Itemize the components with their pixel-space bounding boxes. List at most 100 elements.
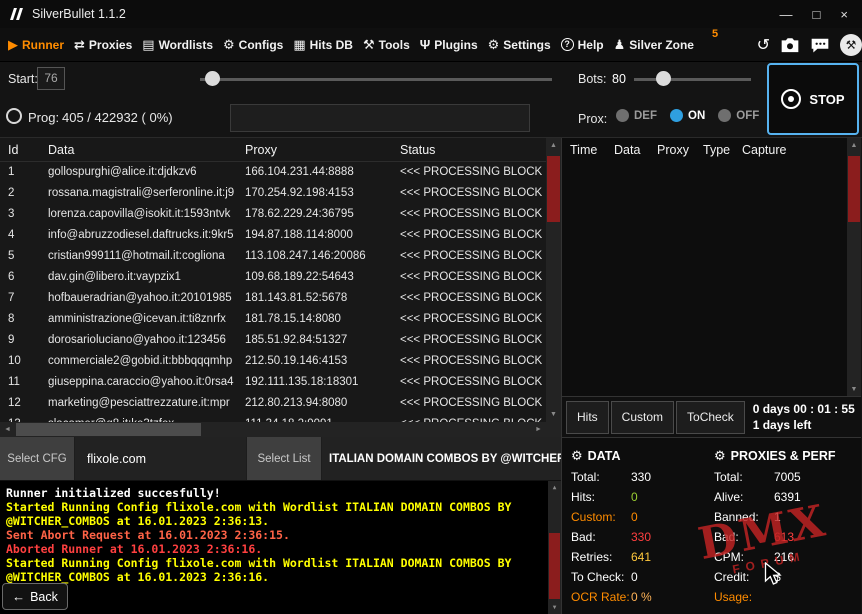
back-button[interactable]: ← Back (2, 583, 68, 610)
stat-value: 216 (774, 550, 795, 564)
result-row[interactable]: 2 rossana.magistrali@serferonline.it:j9 … (0, 183, 546, 204)
column-header[interactable]: Capture (742, 138, 861, 162)
silverbullet-window: SilverBullet 1.1.2 — □ × ▶ Runner ⇄ Prox… (0, 0, 862, 614)
stat-row: Alive: 6391 (714, 487, 860, 507)
nav-item[interactable]: ⇄ Proxies (74, 38, 132, 52)
column-header[interactable]: Status (400, 138, 561, 161)
elapsed-time: 0 days 00 : 01 : 55 (752, 402, 855, 416)
scroll-down-icon[interactable]: ▼ (847, 382, 861, 396)
cell-data: giuseppina.caraccio@yahoo.it:0rsa4 (48, 376, 234, 388)
scroll-up-icon[interactable]: ▲ (847, 138, 861, 152)
nav-item[interactable]: ▤ Wordlists (142, 38, 213, 52)
nav-item-icon: ? (560, 38, 574, 51)
scroll-down-icon[interactable]: ▼ (546, 407, 561, 422)
nav-item[interactable]: ♟ Silver Zone (614, 38, 694, 52)
result-row[interactable]: 4 info@abruzzodiesel.daftrucks.it:9kr5 1… (0, 225, 546, 246)
chat-icon[interactable] (810, 37, 830, 53)
scroll-down-icon[interactable]: ▼ (548, 601, 561, 614)
nav-item-icon: ▶ (8, 37, 18, 52)
nav-item-icon: ▦ (293, 37, 306, 52)
progress-radio-icon[interactable] (6, 108, 22, 124)
result-row[interactable]: 12 marketing@pesciattrezzature.it:mpr 21… (0, 393, 546, 414)
stop-button-label: STOP (809, 91, 845, 107)
main-area: Id Data Proxy Status 1 gollospurghi@alice.i… (0, 138, 862, 437)
config-bar: Select CFG flixole.com Select List ITALI… (0, 437, 561, 481)
result-row[interactable]: 9 dorosarioluciano@yahoo.it:123456 185.5… (0, 330, 546, 351)
result-row[interactable]: 6 dav.gin@libero.it:vaypzix1 109.68.189.… (0, 267, 546, 288)
prox-toggle[interactable]: DEF (616, 109, 657, 122)
cell-status: <<< PROCESSING BLOCK (400, 229, 543, 241)
scroll-up-icon[interactable]: ▲ (546, 138, 561, 153)
start-slider-thumb[interactable] (205, 71, 220, 86)
result-row[interactable]: 7 hofbaueradrian@yahoo.it:20101985 181.1… (0, 288, 546, 309)
column-header[interactable]: Time (570, 138, 614, 162)
tab[interactable]: Hits (566, 400, 609, 434)
nav-item[interactable]: ⚙ Configs (223, 38, 283, 52)
column-header[interactable]: Data (48, 138, 245, 161)
result-row[interactable]: 3 lorenza.capovilla@isokit.it:1593ntvk 1… (0, 204, 546, 225)
nav-item[interactable]: ? Help (560, 38, 604, 52)
select-cfg-button[interactable]: Select CFG (0, 437, 75, 480)
scroll-up-icon[interactable]: ▲ (548, 481, 561, 494)
result-row[interactable]: 10 commerciale2@gobid.it:bbbqqqmhp 212.5… (0, 351, 546, 372)
select-list-button[interactable]: Select List (247, 437, 322, 480)
scrollbar-thumb[interactable] (848, 156, 860, 222)
log-scrollbar[interactable]: ▲ ▼ (548, 481, 561, 614)
stop-button[interactable]: STOP (767, 63, 859, 135)
camera-icon[interactable] (780, 37, 800, 53)
scroll-left-icon[interactable]: ◄ (0, 422, 15, 437)
bottom-left: Select CFG flixole.com Select List ITALI… (0, 437, 562, 614)
result-row[interactable]: 5 cristian999111@hotmail.it:cogliona 113… (0, 246, 546, 267)
nav-item[interactable]: ▦ Hits DB (293, 38, 353, 52)
scrollbar-thumb[interactable] (16, 423, 201, 436)
stat-label: To Check: (571, 570, 625, 584)
start-slider[interactable] (200, 70, 552, 88)
minimize-button[interactable]: — (780, 7, 793, 22)
bots-slider[interactable] (634, 70, 751, 88)
nav-item[interactable]: ⚒ Tools (363, 38, 410, 52)
result-row[interactable]: 1 gollospurghi@alice.it:djdkzv6 166.104.… (0, 162, 546, 183)
column-header[interactable]: Id (8, 138, 48, 161)
scroll-right-icon[interactable]: ► (531, 422, 546, 437)
nav-item[interactable]: ▶ Runner (8, 38, 64, 52)
results-table: Id Data Proxy Status 1 gollospurghi@alice.i… (0, 138, 562, 437)
tab[interactable]: Custom (610, 400, 675, 434)
cell-status: <<< PROCESSING BLOCK (400, 313, 543, 325)
nav-item[interactable]: Ψ Plugins (420, 38, 478, 52)
nav-item-label: Proxies (88, 37, 133, 52)
start-input[interactable]: 76 (37, 67, 65, 90)
prox-toggle-label: ON (688, 109, 706, 122)
data-panel: ⚙ DATA Total: 330 Hits: 0 Custom: 0 Bad:… (571, 445, 711, 607)
scrollbar-thumb[interactable] (549, 533, 560, 599)
prox-toggle[interactable]: OFF (718, 109, 759, 122)
nav-item-label: Silver Zone (629, 37, 694, 52)
results-vertical-scrollbar[interactable]: ▲ ▼ (546, 138, 561, 422)
window-controls: — □ × (780, 7, 854, 22)
prox-toggle[interactable]: ON (670, 109, 705, 122)
nav-item[interactable]: ⚙ Settings (488, 38, 551, 52)
log-line: Started Running Config flixole.com with … (6, 500, 519, 528)
proxies-panel-title: PROXIES & PERF (730, 449, 836, 463)
cell-id: 1 (8, 166, 15, 178)
close-button[interactable]: × (840, 7, 848, 22)
column-header[interactable]: Proxy (657, 138, 703, 162)
log-lines: Runner initialized succesfully! Started R… (6, 486, 545, 614)
hits-panel: Time Data Proxy Type Capture ▲ ▼ Hits Custom T… (562, 138, 861, 437)
column-header[interactable]: Type (703, 138, 742, 162)
result-row[interactable]: 11 giuseppina.caraccio@yahoo.it:0rsa4 19… (0, 372, 546, 393)
hits-vertical-scrollbar[interactable]: ▲ ▼ (847, 138, 861, 396)
stat-label: Alive: (714, 490, 744, 504)
tab[interactable]: ToCheck (676, 400, 745, 434)
stop-icon (781, 89, 802, 109)
scrollbar-thumb[interactable] (547, 156, 560, 222)
bots-slider-thumb[interactable] (656, 71, 671, 86)
cell-id: 9 (8, 334, 15, 346)
history-icon[interactable]: ↺ (757, 35, 770, 55)
maximize-button[interactable]: □ (813, 7, 821, 22)
cell-data: info@abruzzodiesel.daftrucks.it:9kr5 (48, 229, 234, 241)
column-header[interactable]: Data (614, 138, 657, 162)
support-wrench-icon[interactable]: ⚒ (840, 33, 862, 56)
results-horizontal-scrollbar[interactable]: ◄ ► (0, 422, 546, 437)
column-header[interactable]: Proxy (245, 138, 400, 161)
result-row[interactable]: 8 amministrazione@icevan.it:ti8znrfx 181… (0, 309, 546, 330)
